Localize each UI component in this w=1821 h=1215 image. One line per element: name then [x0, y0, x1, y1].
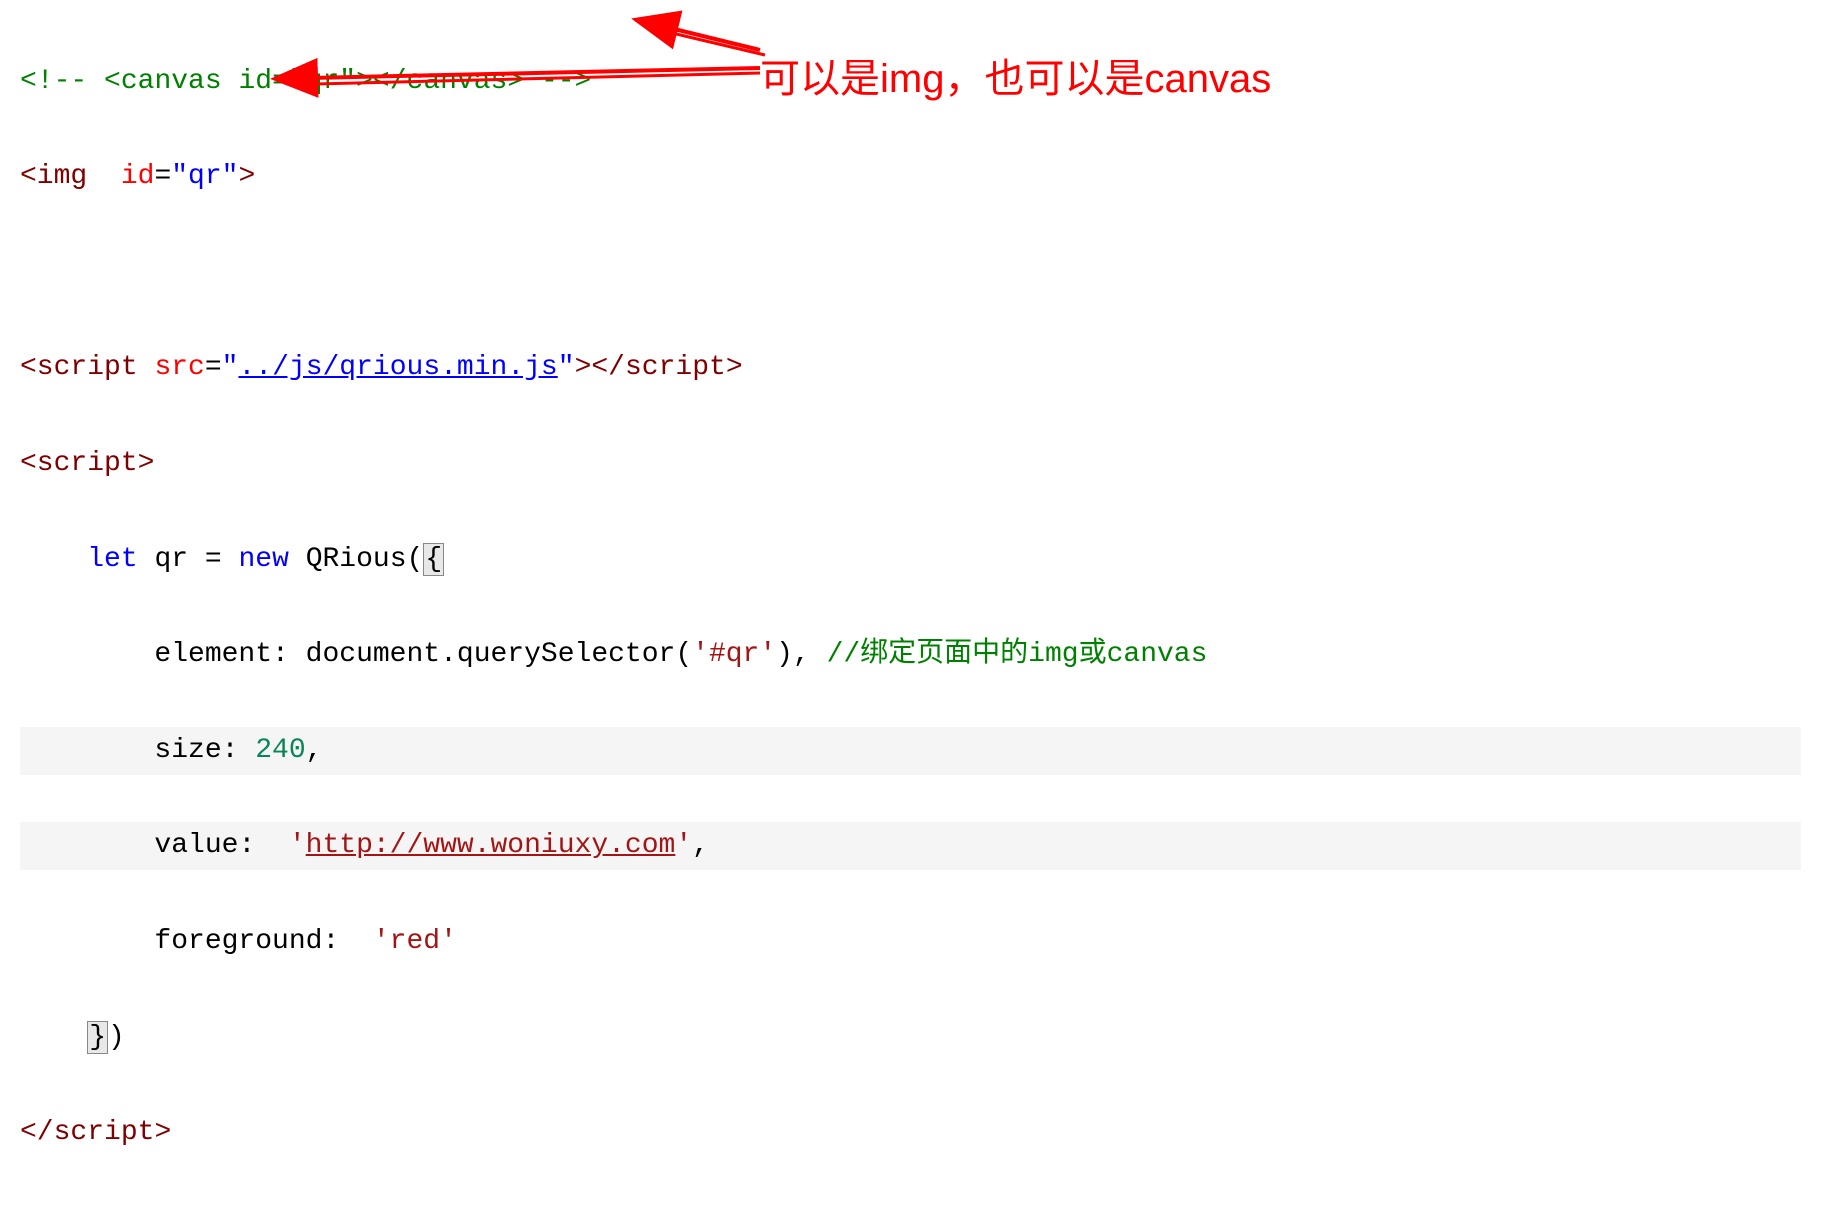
- comment-content: <canvas id="qr"></canvas>: [87, 66, 541, 97]
- script-close: script: [54, 1117, 155, 1148]
- selector-string: '#qr': [692, 639, 776, 670]
- new-keyword: new: [238, 544, 288, 575]
- prop-foreground: foreground: [154, 926, 322, 957]
- src-link[interactable]: ../js/qrious.min.js: [238, 352, 557, 383]
- attr-value-qr: "qr": [171, 161, 238, 192]
- size-value: 240: [255, 735, 305, 766]
- let-keyword: let: [87, 544, 137, 575]
- brace-close-highlight: }: [87, 1021, 108, 1054]
- comment-open: <!--: [20, 66, 87, 97]
- code-line-5: <script>: [20, 440, 1801, 488]
- code-line-4: <script src="../js/qrious.min.js"></scri…: [20, 344, 1801, 392]
- code-line-10: foreground: 'red': [20, 918, 1801, 966]
- prop-value: value: [154, 830, 238, 861]
- inline-comment: //绑定页面中的img或canvas: [827, 639, 1208, 670]
- code-line-3: [20, 249, 1801, 297]
- query-selector: querySelector: [457, 639, 675, 670]
- code-line-11: }): [20, 1014, 1801, 1062]
- script-tag: <script: [20, 352, 138, 383]
- attr-src: src: [154, 352, 204, 383]
- code-line-9: value: 'http://www.woniuxy.com',: [20, 822, 1801, 870]
- prop-size: size: [154, 735, 221, 766]
- attr-id: id: [121, 161, 155, 192]
- color-string: 'red': [373, 926, 457, 957]
- prop-element: element: [154, 639, 272, 670]
- code-line-7: element: document.querySelector('#qr'), …: [20, 631, 1801, 679]
- script-open: <script>: [20, 448, 154, 479]
- code-line-8: size: 240,: [20, 727, 1801, 775]
- img-tag: <img: [20, 161, 87, 192]
- code-line-12: </script>: [20, 1109, 1801, 1157]
- brace-open-highlight: {: [423, 543, 444, 576]
- code-line-6: let qr = new QRious({: [20, 536, 1801, 584]
- code-line-2: <img id="qr">: [20, 153, 1801, 201]
- comment-close: -->: [541, 66, 591, 97]
- code-line-1: <!-- <canvas id="qr"></canvas> -->: [20, 58, 1801, 106]
- code-editor: <!-- <canvas id="qr"></canvas> --> <img …: [20, 10, 1801, 1205]
- url-string[interactable]: http://www.woniuxy.com: [306, 830, 676, 861]
